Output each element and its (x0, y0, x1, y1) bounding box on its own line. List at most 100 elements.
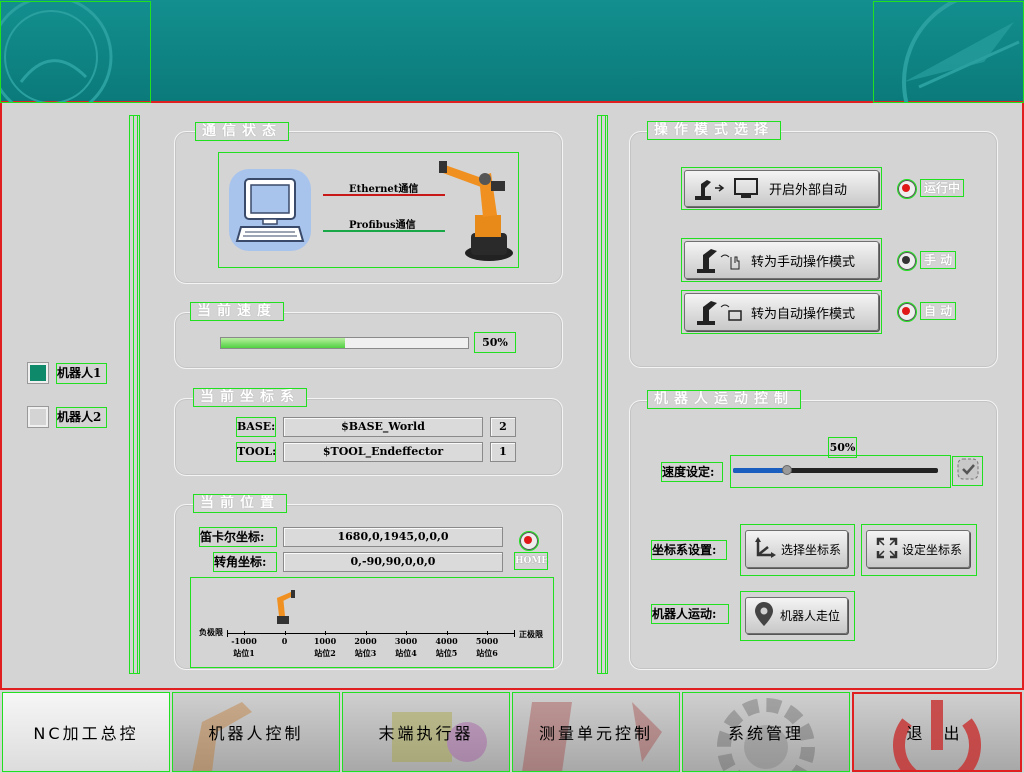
speed-slider-track (733, 468, 938, 473)
check-icon (956, 457, 980, 485)
auto-mode-led (897, 302, 917, 322)
track-tick-value: 4000 (435, 636, 458, 646)
left-separator (129, 115, 140, 674)
track-station-label: 站位2 (314, 648, 336, 658)
track-tick-value: 5000 (475, 636, 499, 646)
ext-auto-button[interactable]: 开启外部自动 (684, 170, 879, 207)
tool-index-field: 1 (490, 442, 516, 462)
robot-move-label: 机器人走位 (780, 609, 841, 623)
joint-value-field: 0,-90,90,0,0,0 (283, 552, 503, 572)
track-robot-icon (263, 586, 303, 626)
base-label: BASE: (236, 417, 276, 437)
ext-auto-button-frame: 开启外部自动 (681, 167, 882, 210)
set-coordinate-label: 设定坐标系 (902, 542, 963, 557)
nav-robot-control-label: 机器人控制 (208, 724, 304, 743)
track-tick (244, 631, 245, 635)
auto-mode-status: 自 动 (919, 302, 957, 320)
right-separator (597, 115, 608, 674)
track-station-label: 站位6 (476, 648, 498, 658)
aviation-logo (873, 0, 1024, 174)
manual-mode-button[interactable]: 转为手动操作模式 (684, 241, 879, 279)
comm-status-title: 通信状态 (195, 122, 289, 141)
track-position-display: 负极限 正极限 -1000 站位1 0 1000 站位2 2000 站位3 3000 站位4 40… (190, 577, 554, 668)
robot1-checkbox[interactable] (27, 362, 49, 384)
home-indicator-led (519, 531, 539, 551)
robot-screen-icon (691, 174, 763, 204)
track-axis-end (514, 630, 515, 637)
negative-limit-label: 负极限 (199, 627, 223, 637)
current-position-title: 当前位置 (193, 494, 287, 513)
track-tick-value: 1000 (313, 636, 337, 646)
track-station-label: 站位3 (354, 648, 377, 658)
manual-mode-led (897, 251, 917, 271)
header-banner (0, 0, 1024, 174)
track-station-label: 站位1 (233, 648, 255, 658)
base-value-field: $BASE_World (283, 417, 483, 437)
current-speed-title: 当前速度 (190, 302, 284, 321)
robot-move-button[interactable]: 机器人走位 (745, 597, 848, 634)
robot-move-frame: 机器人走位 (740, 591, 855, 641)
track-tick-value: 0 (281, 636, 288, 646)
manual-mode-button-frame: 转为手动操作模式 (681, 238, 882, 282)
nav-end-effector-label: 末端执行器 (378, 724, 474, 743)
track-station-label: 站位4 (395, 648, 417, 658)
track-tick-value: 2000 (354, 636, 377, 646)
ethernet-line (323, 194, 445, 196)
speed-progress-fill (221, 338, 345, 348)
robot-monitor-icon (693, 295, 745, 329)
nav-nc-control-label: NC加工总控 (33, 724, 139, 743)
set-coordinate-button[interactable]: 设定坐标系 (866, 530, 970, 568)
track-station-label: 站位5 (435, 648, 458, 658)
auto-mode-button[interactable]: 转为自动操作模式 (684, 293, 879, 331)
base-index-field: 2 (490, 417, 516, 437)
nav-exit[interactable]: 退 出 (852, 692, 1022, 772)
track-tick-value: 3000 (394, 636, 418, 646)
track-axis-start (227, 630, 228, 637)
nav-measure-unit[interactable]: 测量单元控制 (512, 692, 680, 772)
nav-nc-control[interactable]: NC加工总控 (2, 692, 170, 772)
track-tick (487, 631, 488, 635)
comm-diagram: Ethernet通信 Profibus通信 (218, 152, 519, 268)
track-tick-value: -1000 (231, 636, 257, 646)
ext-auto-led (897, 179, 917, 199)
auto-mode-label: 转为自动操作模式 (751, 306, 856, 322)
robot2-checkbox[interactable] (27, 406, 49, 428)
nav-end-effector[interactable]: 末端执行器 (342, 692, 510, 772)
manual-mode-status: 手 动 (919, 251, 957, 269)
set-coord-frame: 设定坐标系 (861, 524, 977, 576)
select-coordinate-button[interactable]: 选择坐标系 (745, 530, 848, 568)
robot-hand-icon (693, 243, 745, 277)
profibus-label: Profibus通信 (349, 220, 416, 231)
nav-system-management-label: 系统管理 (727, 724, 804, 743)
robot2-label: 机器人2 (56, 407, 107, 428)
profibus-line (323, 230, 445, 232)
select-coord-frame: 选择坐标系 (740, 524, 855, 576)
operation-mode-title: 操作模式选择 (647, 121, 781, 140)
industrial-robot-icon (439, 155, 517, 265)
tool-label: TOOL: (236, 442, 276, 462)
expand-icon (875, 536, 899, 563)
confirm-speed-button[interactable] (952, 456, 983, 486)
cartesian-value-field: 1680,0,1945,0,0,0 (283, 527, 503, 547)
cartesian-label: 笛卡尔坐标: (199, 527, 277, 547)
joint-label: 转角坐标: (213, 552, 277, 572)
robot-motion-label: 机器人运动: (651, 604, 729, 624)
computer-icon (229, 169, 311, 251)
track-tick (325, 631, 326, 635)
tool-value-field: $TOOL_Endeffector (283, 442, 483, 462)
speed-slider-thumb[interactable] (782, 465, 793, 475)
speed-progress-bar (220, 337, 469, 349)
location-pin-icon (754, 601, 774, 630)
manual-mode-label: 转为手动操作模式 (751, 254, 856, 270)
ext-auto-label: 开启外部自动 (769, 183, 848, 198)
speed-setting-value: 50% (828, 437, 857, 458)
ext-auto-status: 运行中 (919, 179, 965, 197)
axes-icon (752, 535, 778, 564)
positive-limit-label: 正极限 (519, 629, 543, 639)
nav-robot-control[interactable]: 机器人控制 (172, 692, 340, 772)
nav-exit-label: 退 出 (906, 724, 968, 743)
track-tick (446, 631, 448, 635)
nav-system-management[interactable]: 系统管理 (682, 692, 850, 772)
speed-slider[interactable] (730, 455, 951, 488)
select-coordinate-label: 选择坐标系 (781, 542, 842, 557)
